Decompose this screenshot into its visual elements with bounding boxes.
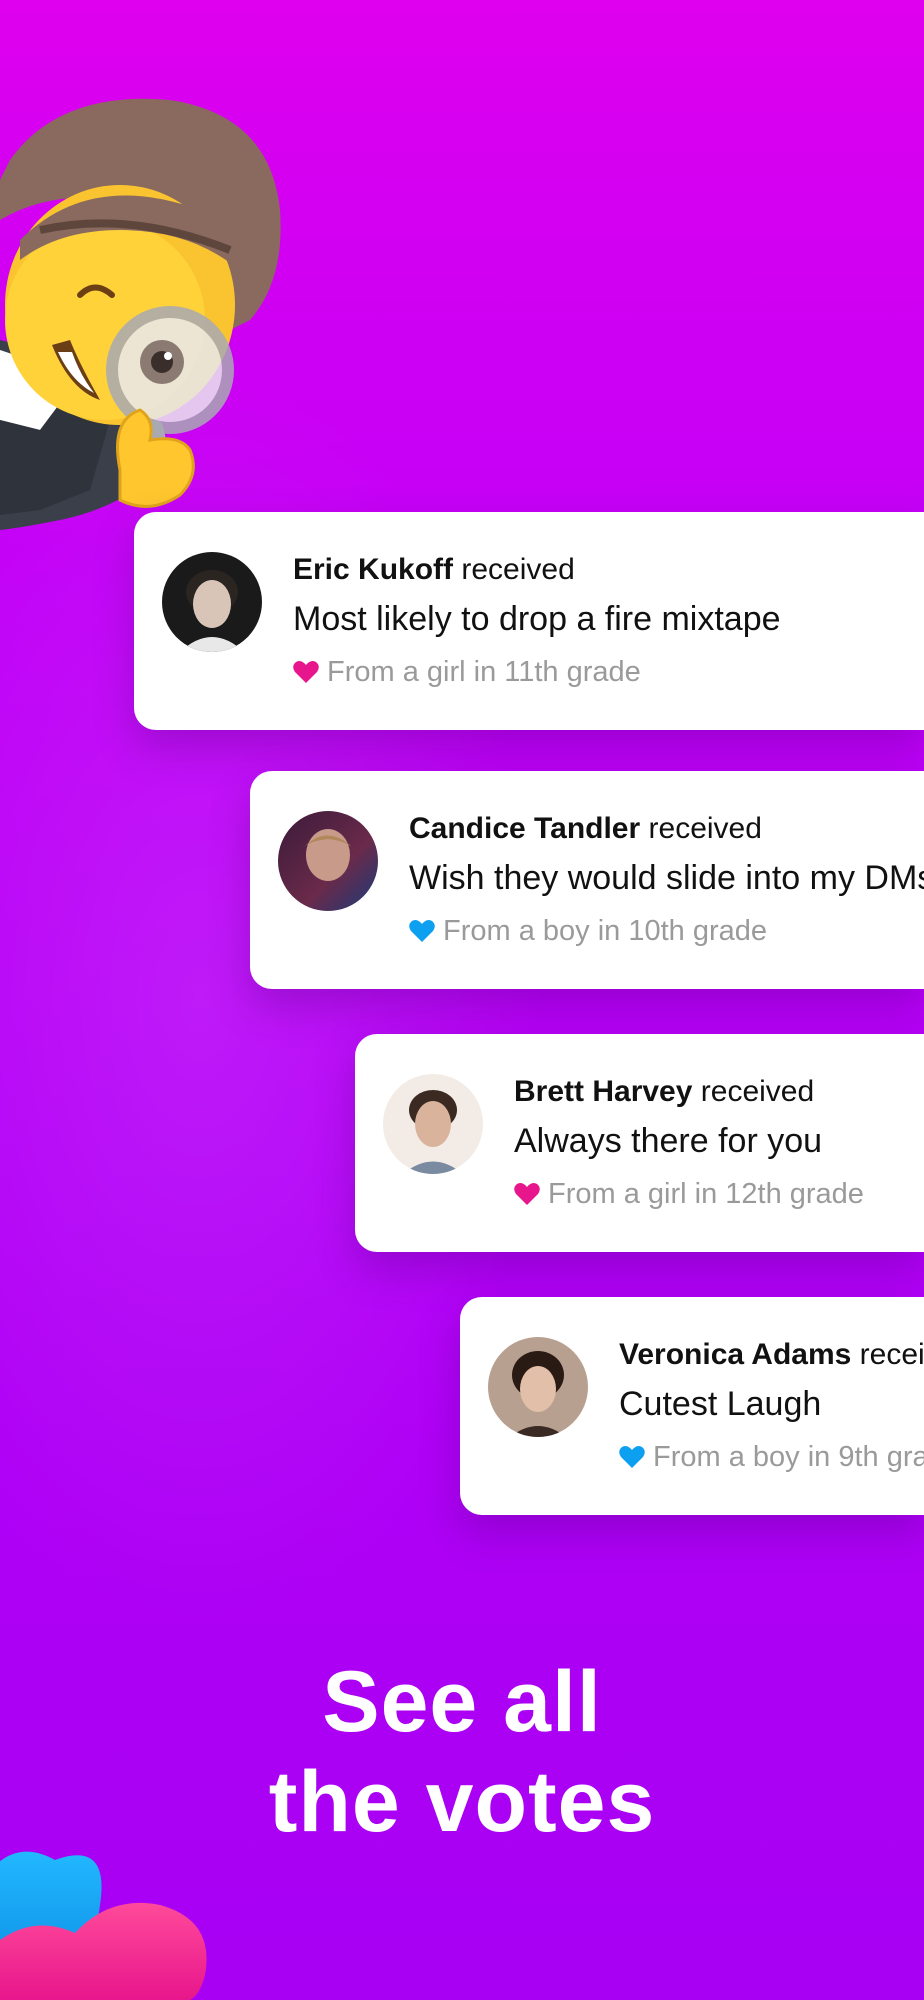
vote-card[interactable]: Veronica Adams received Cutest Laugh Fro… <box>460 1297 924 1515</box>
pink-heart-icon <box>514 1183 540 1205</box>
avatar <box>162 552 262 652</box>
headline: See all the votes <box>0 1652 924 1852</box>
avatar <box>278 811 378 911</box>
poll-question: Wish they would slide into my DMs <box>409 859 924 897</box>
avatar <box>488 1337 588 1437</box>
headline-line-2: the votes <box>268 1754 656 1850</box>
decorative-hearts-icon <box>0 1851 207 2000</box>
vote-card[interactable]: Candice Tandler received Wish they would… <box>250 771 924 989</box>
received-label: received <box>461 553 575 586</box>
vote-card[interactable]: Brett Harvey received Always there for y… <box>355 1034 924 1252</box>
blue-heart-icon <box>409 920 435 942</box>
poll-question: Always there for you <box>514 1122 823 1160</box>
sender-label: From a girl in 11th grade <box>327 656 641 688</box>
sender-label: From a girl in 12th grade <box>548 1178 864 1210</box>
recipient-name: Candice Tandler <box>409 812 641 845</box>
received-label: received <box>859 1338 924 1371</box>
received-label: received <box>700 1075 815 1108</box>
poll-question: Cutest Laugh <box>619 1385 822 1423</box>
recipient-name: Veronica Adams <box>619 1338 852 1371</box>
received-label: received <box>648 812 762 845</box>
headline-line-1: See all <box>322 1654 602 1750</box>
pink-heart-icon <box>293 661 319 683</box>
blue-heart-icon <box>619 1446 645 1468</box>
avatar <box>383 1074 483 1174</box>
poll-question: Most likely to drop a fire mixtape <box>293 600 781 638</box>
recipient-name: Brett Harvey <box>514 1075 693 1108</box>
recipient-name: Eric Kukoff <box>293 553 454 586</box>
detective-emoji-icon <box>0 98 281 530</box>
sender-label: From a boy in 9th grade <box>653 1441 924 1473</box>
sender-label: From a boy in 10th grade <box>443 915 768 947</box>
vote-card[interactable]: Eric Kukoff received Most likely to drop… <box>134 512 924 730</box>
